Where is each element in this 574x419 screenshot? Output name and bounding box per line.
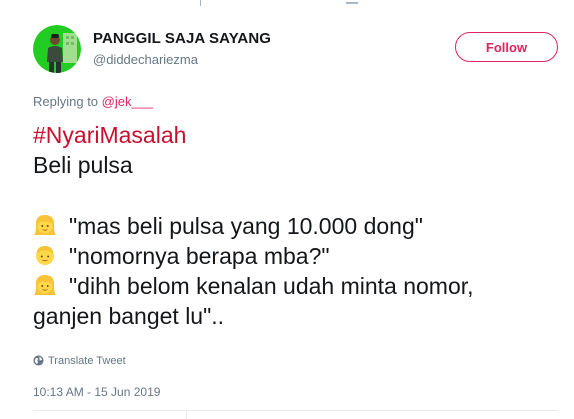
hashtag-link[interactable]: #NyariMasalah <box>33 122 186 148</box>
translate-tweet-link[interactable]: Translate Tweet <box>33 355 126 367</box>
tweet-timestamp[interactable]: 10:13 AM - 15 Jun 2019 <box>33 385 160 399</box>
previous-tweet-thread-line <box>200 0 370 12</box>
reply-mention-link[interactable]: @jek___ <box>102 94 154 109</box>
translate-label: Translate Tweet <box>48 355 126 367</box>
author-display-name[interactable]: PANGGIL SAJA SAYANG <box>93 30 271 47</box>
man-face-icon <box>36 246 54 265</box>
tweet-line: Beli pulsa <box>33 152 133 178</box>
tweet-line-text: "nomornya berapa mba?" <box>69 243 330 269</box>
globe-icon <box>33 355 44 366</box>
tweet-line-text: "mas beli pulsa yang 10.000 dong" <box>69 213 423 239</box>
replying-to: Replying to @jek___ <box>33 94 153 109</box>
woman-face-icon <box>34 215 56 235</box>
author-handle[interactable]: @diddechariezma <box>93 52 198 67</box>
tweet-line: "mas beli pulsa yang 10.000 dong" <box>33 211 474 241</box>
tweet-line: "nomornya berapa mba?" <box>33 241 474 271</box>
stats-divider <box>186 411 187 419</box>
tweet-line: ganjen banget lu".. <box>33 303 225 329</box>
woman-face-icon <box>34 275 56 295</box>
replying-to-prefix: Replying to <box>33 94 102 109</box>
tweet-line: "dihh belom kenalan udah minta nomor, <box>33 271 474 301</box>
divider <box>33 410 558 411</box>
follow-button[interactable]: Follow <box>455 32 558 62</box>
tweet-line-text: "dihh belom kenalan udah minta nomor, <box>69 273 474 299</box>
tweet-text: #NyariMasalah Beli pulsa "mas beli pulsa… <box>33 120 474 331</box>
avatar[interactable] <box>33 25 81 73</box>
